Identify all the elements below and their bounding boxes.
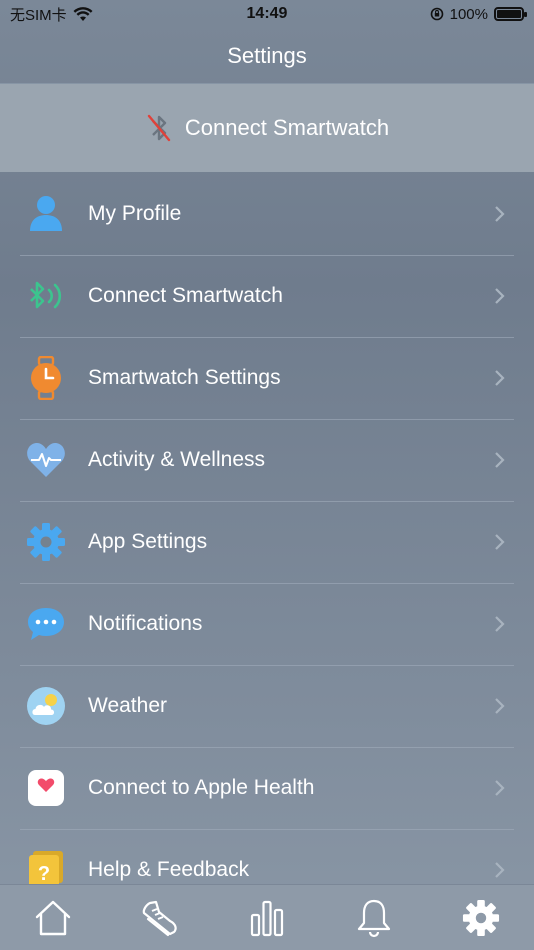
battery-icon (494, 7, 527, 21)
menu-item-label: Connect to Apple Health (88, 776, 315, 799)
shoe-icon (142, 900, 177, 936)
tab-activity[interactable] (130, 893, 190, 943)
person-icon (24, 192, 68, 236)
tab-bar (0, 884, 534, 950)
connect-smartwatch-banner[interactable]: Connect Smartwatch (0, 84, 534, 172)
menu-item-weather[interactable]: Weather (0, 665, 534, 747)
menu-item-help-feedback[interactable]: ? Help & Feedback (0, 829, 534, 885)
menu-item-label: Weather (88, 694, 167, 717)
menu-item-app-settings[interactable]: App Settings (0, 501, 534, 583)
heart-pulse-icon (24, 438, 68, 482)
status-left: 无SIM卡 (10, 4, 93, 25)
chevron-right-icon (490, 614, 510, 634)
chevron-right-icon (490, 696, 510, 716)
battery-percent: 100% (449, 5, 488, 23)
bar-chart-icon (250, 900, 284, 936)
chevron-right-icon (490, 286, 510, 306)
tab-notifications[interactable] (344, 893, 404, 943)
menu-item-smartwatch-settings[interactable]: Smartwatch Settings (0, 337, 534, 419)
bell-icon (357, 899, 390, 937)
status-bar: 无SIM卡 14:49 100% (0, 0, 534, 28)
chevron-right-icon (490, 860, 510, 880)
menu-item-my-profile[interactable]: My Profile (0, 173, 534, 255)
tab-settings[interactable] (451, 893, 511, 943)
menu-item-label: Activity & Wellness (88, 448, 265, 471)
page-title: Settings (0, 28, 534, 84)
wifi-icon (73, 6, 93, 21)
status-right: 100% (430, 5, 527, 23)
menu-item-label: App Settings (88, 530, 208, 553)
menu-item-connect-smartwatch[interactable]: Connect Smartwatch (0, 255, 534, 337)
menu-item-label: Help & Feedback (88, 858, 250, 881)
menu-item-activity-wellness[interactable]: Activity & Wellness (0, 419, 534, 501)
apple-health-icon (24, 766, 68, 810)
bluetooth-disabled-icon (147, 114, 171, 142)
chevron-right-icon (490, 778, 510, 798)
chevron-right-icon (490, 368, 510, 388)
menu-item-notifications[interactable]: Notifications (0, 583, 534, 665)
menu-item-label: Connect Smartwatch (88, 284, 283, 307)
chat-bubble-icon (24, 602, 68, 646)
tab-home[interactable] (23, 893, 83, 943)
chevron-right-icon (490, 204, 510, 224)
chevron-right-icon (490, 532, 510, 552)
help-icon: ? (24, 848, 68, 885)
weather-icon (24, 684, 68, 728)
banner-label: Connect Smartwatch (184, 115, 390, 140)
menu-item-apple-health[interactable]: Connect to Apple Health (0, 747, 534, 829)
carrier-label: 无SIM卡 (10, 6, 67, 24)
menu-item-label: Smartwatch Settings (88, 366, 281, 389)
menu-item-label: My Profile (88, 202, 182, 225)
settings-menu: My Profile Connect Smartwatch Smartwatch… (0, 173, 534, 885)
bluetooth-signal-icon (24, 274, 68, 318)
orientation-lock-icon (430, 7, 443, 21)
svg-text:?: ? (38, 863, 50, 885)
home-icon (36, 900, 71, 935)
tab-stats[interactable] (237, 893, 297, 943)
watch-icon (24, 356, 68, 400)
chevron-right-icon (490, 450, 510, 470)
gear-icon (462, 899, 499, 936)
menu-item-label: Notifications (88, 612, 203, 635)
gear-icon (24, 520, 68, 564)
